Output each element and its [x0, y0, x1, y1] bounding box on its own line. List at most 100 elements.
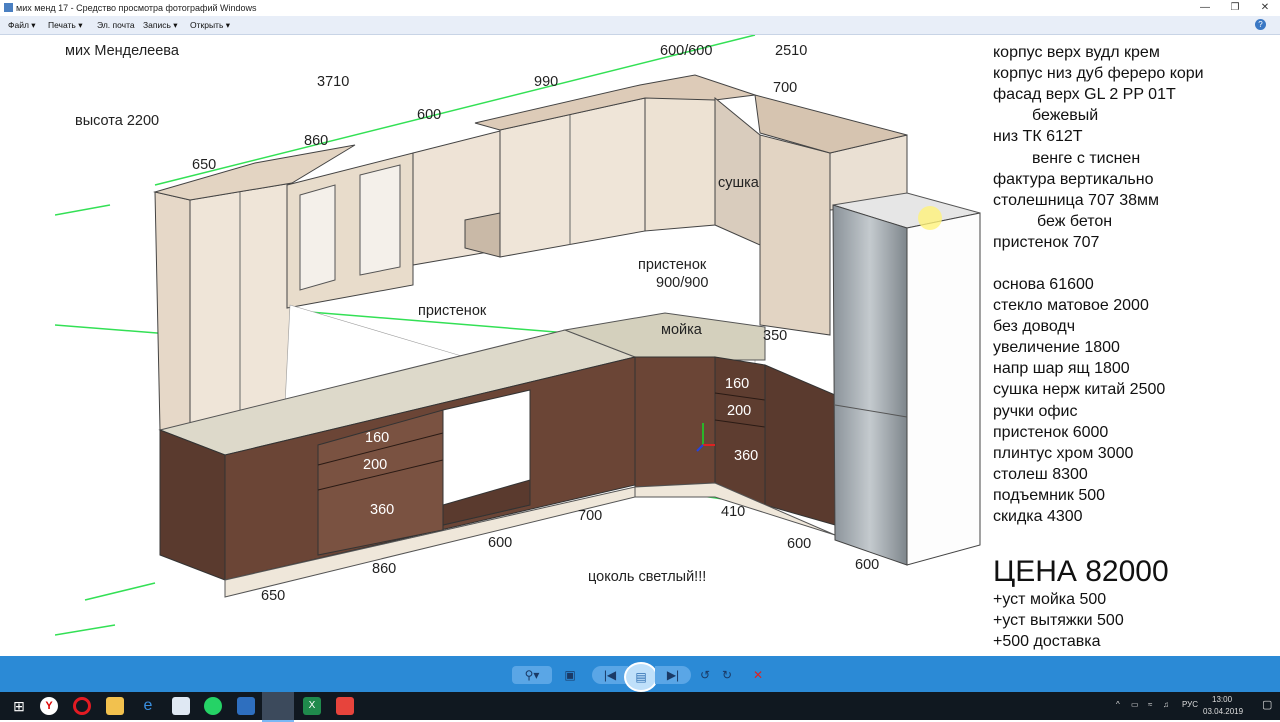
dim-860-top: 860: [304, 133, 329, 149]
drawer-360-left: 360: [370, 502, 395, 518]
label-pristenok-corner: пристенок: [638, 257, 707, 273]
minimize-button[interactable]: —: [1190, 0, 1220, 16]
dim-2510: 2510: [775, 43, 808, 59]
viewer-controls: ⚲▾ ▣ |◀ ▤ ▶| ↺ ↻ ✕: [0, 656, 1280, 692]
dim-650-top: 650: [192, 157, 217, 173]
note-line: увеличение 1800: [993, 339, 1120, 356]
dim-700-top: 700: [773, 80, 798, 96]
note-line: бежевый: [1032, 107, 1099, 124]
edge-icon[interactable]: e: [139, 697, 157, 715]
dim-990: 990: [534, 74, 559, 90]
extra-line: +уст вытяжки 500: [993, 612, 1124, 629]
menu-open[interactable]: Открыть ▾: [190, 20, 230, 31]
label-pristenok: пристенок: [418, 303, 487, 319]
note-line: низ ТК 612Т: [993, 128, 1083, 145]
dim-650-bottom: 650: [261, 588, 286, 604]
extra-line: +уст мойка 500: [993, 591, 1107, 608]
note-line: корпус низ дуб фереро кори: [993, 65, 1204, 82]
restore-button[interactable]: ❐: [1220, 0, 1250, 16]
photo-viewer-icon: [4, 3, 13, 12]
tray-language[interactable]: РУС: [1182, 700, 1198, 709]
note-line: корпус верх вудл крем: [993, 44, 1160, 61]
dim-700-bottom: 700: [578, 508, 603, 524]
close-button[interactable]: ✕: [1250, 0, 1280, 16]
tray-date[interactable]: 03.04.2019: [1203, 707, 1243, 716]
excel-icon[interactable]: X: [303, 697, 321, 715]
pro100-icon[interactable]: [336, 697, 354, 715]
dim-3710: 3710: [317, 74, 350, 90]
price-total: ЦЕНА 82000: [993, 555, 1169, 588]
note-line: пристенок 707: [993, 234, 1100, 251]
note-line: беж бетон: [1037, 213, 1113, 230]
note-line: подъемник 500: [993, 487, 1106, 504]
taskbar: ⊞ Y e X ^ ▭ ≈ ♫ РУС 13:00 03.04.2019 ▢: [0, 692, 1280, 722]
dim-600-right: 600: [787, 536, 812, 552]
title-bar: мих менд 17 - Средство просмотра фотогра…: [0, 0, 1280, 16]
previous-icon[interactable]: |◀: [592, 666, 628, 684]
actual-size-icon[interactable]: ▣: [560, 666, 580, 684]
note-line: столеш 8300: [993, 466, 1088, 483]
note-line: скидка 4300: [993, 508, 1083, 525]
label-pristenok-size: 900/900: [656, 275, 709, 291]
kitchen-drawing: мих Менделеева высота 2200 3710 990 600/…: [55, 35, 1223, 656]
next-icon[interactable]: ▶|: [655, 666, 691, 684]
drawer-160-left: 160: [365, 430, 390, 446]
note-line: столешница 707 38мм: [993, 192, 1159, 209]
drawer-360-right: 360: [734, 448, 759, 464]
menu-print[interactable]: Печать ▾: [48, 20, 82, 31]
menu-burn[interactable]: Запись ▾: [143, 20, 178, 31]
label-tsokol: цоколь светлый!!!: [588, 569, 707, 585]
note-line: плинтус хром 3000: [993, 445, 1134, 462]
yandex-browser-icon[interactable]: Y: [40, 697, 58, 715]
note-line: фактура вертикально: [993, 171, 1154, 188]
note-line: напр шар ящ 1800: [993, 360, 1130, 377]
drawer-200-left: 200: [363, 457, 388, 473]
note-line: без доводч: [993, 318, 1076, 335]
help-icon[interactable]: ?: [1255, 19, 1266, 30]
tray-time[interactable]: 13:00: [1212, 695, 1232, 704]
dim-410: 410: [721, 504, 746, 520]
menu-bar: Файл ▾ Печать ▾ Эл. почта Запись ▾ Откры…: [0, 16, 1280, 35]
whatsapp-icon[interactable]: [204, 697, 222, 715]
rotate-right-icon[interactable]: ↻: [719, 666, 735, 684]
image-viewport: мих Менделеева высота 2200 3710 990 600/…: [0, 35, 1280, 656]
label-moyka: мойка: [661, 322, 702, 338]
slideshow-icon[interactable]: ▤: [624, 662, 658, 692]
tray-chevron-icon[interactable]: ^: [1116, 700, 1120, 709]
notepad-icon[interactable]: [172, 697, 190, 715]
note-line: венге с тиснен: [1032, 150, 1141, 167]
opera-icon[interactable]: [73, 697, 91, 715]
windows-start-icon[interactable]: ⊞: [10, 697, 28, 715]
window-title: мих менд 17 - Средство просмотра фотогра…: [16, 3, 257, 13]
dim-600-fridge: 600: [855, 557, 880, 573]
note-line: пристенок 6000: [993, 424, 1109, 441]
file-explorer-icon[interactable]: [106, 697, 124, 715]
cursor-highlight: [918, 206, 942, 230]
note-line: стекло матовое 2000: [993, 297, 1149, 314]
drawer-200-right: 200: [727, 403, 752, 419]
tray-volume-icon[interactable]: ♫: [1163, 700, 1169, 709]
app-icon[interactable]: [237, 697, 255, 715]
dim-860-bottom: 860: [372, 561, 397, 577]
dim-600-bottom: 600: [488, 535, 513, 551]
dim-600-top: 600: [417, 107, 442, 123]
note-line: основа 61600: [993, 276, 1094, 293]
notification-icon[interactable]: ▢: [1262, 698, 1272, 711]
dim-350: 350: [763, 328, 788, 344]
zoom-icon[interactable]: ⚲▾: [512, 666, 552, 684]
note-line: ручки офис: [993, 403, 1078, 420]
tray-wifi-icon[interactable]: ≈: [1148, 700, 1152, 709]
client-name: мих Менделеева: [65, 43, 179, 59]
note-line: фасад верх GL 2 PP 01T: [993, 86, 1176, 103]
menu-file[interactable]: Файл ▾: [8, 20, 36, 31]
delete-icon[interactable]: ✕: [750, 666, 766, 684]
menu-email[interactable]: Эл. почта: [97, 20, 135, 30]
rotate-left-icon[interactable]: ↺: [697, 666, 713, 684]
note-line: сушка нерж китай 2500: [993, 381, 1166, 398]
label-sushka: сушка: [718, 175, 759, 191]
height-note: высота 2200: [75, 113, 160, 129]
extra-line: +500 доставка: [993, 633, 1101, 650]
photo-viewer-taskbar-icon[interactable]: [262, 692, 294, 722]
drawer-160-right: 160: [725, 376, 750, 392]
tray-network-icon[interactable]: ▭: [1131, 700, 1139, 709]
